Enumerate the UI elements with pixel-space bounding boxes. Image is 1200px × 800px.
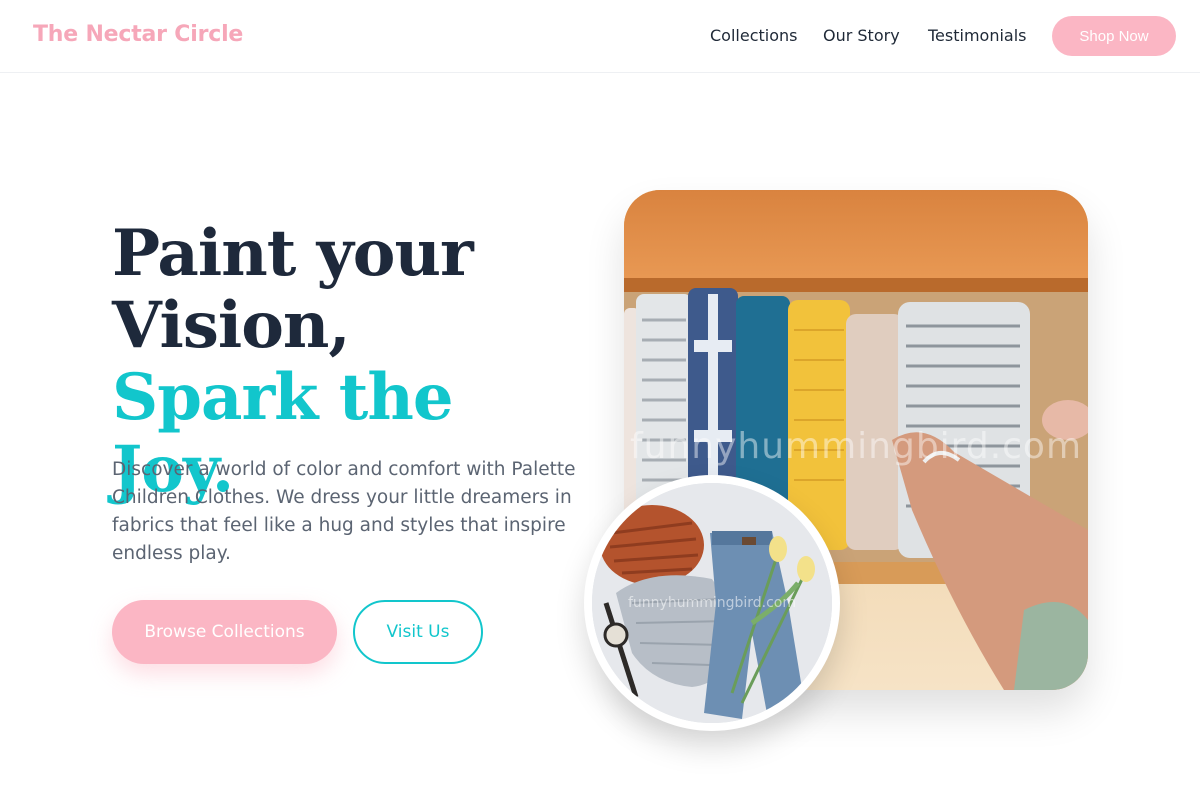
nav-testimonials[interactable]: Testimonials xyxy=(928,26,1027,45)
nav-our-story[interactable]: Our Story xyxy=(823,26,900,45)
outfit-circle-inner: funnyhummingbird.com xyxy=(592,483,832,723)
outfit-circle-image: funnyhummingbird.com xyxy=(584,475,840,731)
visit-us-button[interactable]: Visit Us xyxy=(353,600,483,664)
site-header: The Nectar Circle Collections Our Story … xyxy=(0,0,1200,73)
nav-collections[interactable]: Collections xyxy=(710,26,797,45)
hero-title-line-1: Paint your xyxy=(112,216,474,291)
hero-title-line-2: Vision, xyxy=(112,288,351,363)
logo[interactable]: The Nectar Circle xyxy=(33,22,243,47)
shop-now-button[interactable]: Shop Now xyxy=(1052,16,1176,56)
main-image-watermark: funnyhummingbird.com xyxy=(629,426,1083,467)
circle-image-watermark: funnyhummingbird.com xyxy=(627,595,797,611)
browse-collections-button[interactable]: Browse Collections xyxy=(112,600,337,664)
hero-description: Discover a world of color and comfort wi… xyxy=(112,459,576,564)
